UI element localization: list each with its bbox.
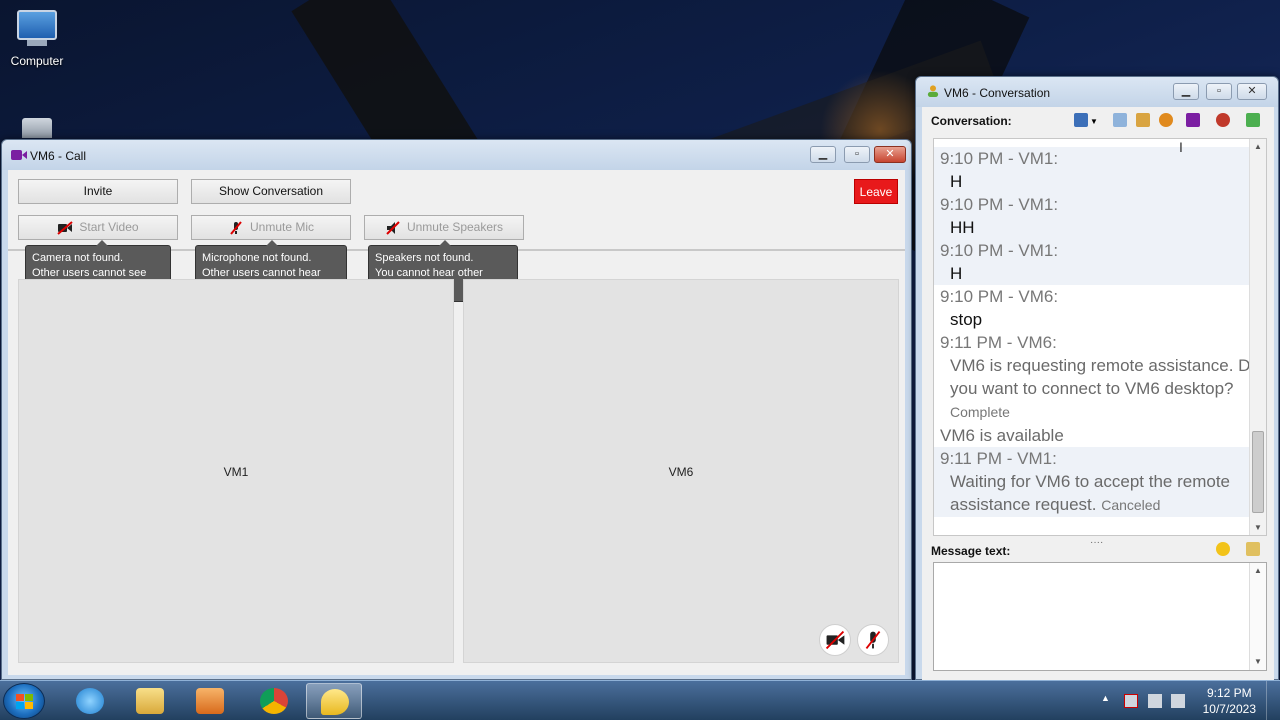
minimize-button[interactable]: ▁ xyxy=(810,146,836,163)
start-video-button[interactable]: Start Video xyxy=(18,215,178,240)
message: 9:10 PM - VM6: stop 9:11 PM - VM6: VM6 i… xyxy=(940,287,1260,420)
folder-icon xyxy=(136,688,164,714)
show-desktop-button[interactable] xyxy=(1266,681,1280,720)
scroll-down-arrow[interactable]: ▼ xyxy=(1254,657,1262,666)
video-off-icon xyxy=(57,221,74,235)
chat-icon xyxy=(321,689,349,715)
conversation-scrollbar[interactable]: ▲ ▼ xyxy=(1249,139,1266,535)
message-text: Waiting for VM6 to accept the remote ass… xyxy=(950,472,1230,514)
maximize-button[interactable]: ▫ xyxy=(844,146,870,163)
file-transfer-icon[interactable] xyxy=(1136,113,1150,127)
internet-explorer-icon xyxy=(76,688,104,714)
conversation-window-titlebar[interactable]: VM6 - Conversation ▁ ▫ ✕ xyxy=(916,77,1278,107)
font-icon[interactable] xyxy=(1246,542,1260,556)
message-status: Canceled xyxy=(1101,497,1161,513)
message-text: VM6 is requesting remote assistance. Do … xyxy=(950,356,1260,398)
taskbar-internet-explorer[interactable] xyxy=(62,683,118,719)
emoticon-icon[interactable] xyxy=(1216,542,1230,556)
system-tray: ▲ xyxy=(1098,681,1185,720)
input-scrollbar[interactable]: ▲ ▼ xyxy=(1249,563,1266,670)
unmute-speakers-label: Unmute Speakers xyxy=(406,220,504,234)
add-participants-icon[interactable] xyxy=(1216,113,1230,127)
unmute-mic-button[interactable]: Unmute Mic xyxy=(191,215,351,240)
chevron-down-icon[interactable]: ▼ xyxy=(1090,117,1098,126)
video-camera-icon xyxy=(11,150,27,160)
message: 9:10 PM - VM1: H 9:10 PM - VM1: HH 9:10 … xyxy=(934,147,1266,285)
text-cursor-icon: I xyxy=(1179,139,1183,155)
unmute-mic-label: Unmute Mic xyxy=(249,220,314,234)
conversation-label: Conversation: xyxy=(931,114,1012,128)
desktop-icon-label: Computer xyxy=(10,54,64,68)
close-button[interactable]: ✕ xyxy=(874,146,906,163)
mic-off-icon xyxy=(230,221,242,235)
participant-label: VM6 xyxy=(668,465,694,479)
conversation-client-area: Conversation: ▼ 9:10 PM - VM1: H 9:10 PM… xyxy=(922,107,1274,681)
message-status: Complete xyxy=(950,404,1010,420)
video-toggle-button[interactable] xyxy=(819,624,851,656)
user-icon xyxy=(927,85,939,97)
message-input[interactable]: ▲ ▼ xyxy=(933,562,1267,671)
computer-icon xyxy=(15,10,59,50)
start-button[interactable] xyxy=(3,683,45,719)
scroll-down-arrow[interactable]: ▼ xyxy=(1254,523,1262,532)
call-client-area: Invite Show Conversation Leave Start Vid… xyxy=(8,170,905,675)
scroll-up-arrow[interactable]: ▲ xyxy=(1254,142,1262,151)
video-pane-vm1: VM1 xyxy=(18,279,454,663)
unmute-speakers-button[interactable]: Unmute Speakers xyxy=(364,215,524,240)
mic-off-icon xyxy=(865,630,881,650)
history-icon[interactable] xyxy=(1113,113,1127,127)
invite-button[interactable]: Invite xyxy=(18,179,178,204)
settings-icon[interactable] xyxy=(1159,113,1173,127)
leave-button[interactable]: Leave xyxy=(854,179,898,204)
conversation-window: VM6 - Conversation ▁ ▫ ✕ Conversation: ▼… xyxy=(915,76,1279,681)
desktop-icon-computer[interactable]: Computer xyxy=(1,10,73,68)
network-icon[interactable] xyxy=(1148,694,1162,708)
video-off-icon xyxy=(825,630,845,650)
scrollbar-thumb[interactable] xyxy=(1252,431,1264,513)
minimize-button[interactable]: ▁ xyxy=(1173,83,1199,100)
scroll-up-arrow[interactable]: ▲ xyxy=(1254,566,1262,575)
mic-toggle-button[interactable] xyxy=(857,624,889,656)
taskbar-file-explorer[interactable] xyxy=(122,683,178,719)
conversation-log[interactable]: 9:10 PM - VM1: H 9:10 PM - VM1: HH 9:10 … xyxy=(933,138,1267,536)
participant-label: VM1 xyxy=(223,465,249,479)
message: 9:11 PM - VM1: Waiting for VM6 to accept… xyxy=(934,447,1266,517)
export-icon[interactable] xyxy=(1246,113,1260,127)
clock[interactable]: 9:12 PM 10/7/2023 xyxy=(1203,685,1256,717)
show-hidden-icons-icon[interactable]: ▲ xyxy=(1101,693,1110,703)
maximize-button[interactable]: ▫ xyxy=(1206,83,1232,100)
windows-logo-icon xyxy=(16,694,33,709)
taskbar-messenger[interactable] xyxy=(306,683,362,719)
taskbar: ▲ 9:12 PM 10/7/2023 xyxy=(0,680,1280,720)
close-button[interactable]: ✕ xyxy=(1237,83,1267,100)
call-window-titlebar[interactable]: VM6 - Call ▁ ▫ ✕ xyxy=(2,140,911,170)
window-title: VM6 - Call xyxy=(30,149,87,163)
start-video-label: Start Video xyxy=(79,220,139,234)
taskbar-media-player[interactable] xyxy=(182,683,238,719)
status-line: VM6 is available xyxy=(940,426,1064,445)
message-text-label: Message text: xyxy=(931,544,1011,558)
chrome-icon xyxy=(260,688,288,714)
status-menu-icon[interactable] xyxy=(1074,113,1088,127)
clock-time: 9:12 PM xyxy=(1206,686,1252,700)
taskbar-chrome[interactable] xyxy=(246,683,302,719)
volume-muted-icon[interactable] xyxy=(1171,694,1185,708)
clock-date: 10/7/2023 xyxy=(1202,702,1256,716)
video-call-icon[interactable] xyxy=(1186,113,1200,127)
action-center-icon[interactable] xyxy=(1124,694,1138,708)
window-title: VM6 - Conversation xyxy=(944,86,1051,100)
speaker-off-icon xyxy=(386,221,400,235)
media-player-icon xyxy=(196,688,224,714)
video-pane-vm6: VM6 xyxy=(463,279,899,663)
splitter-grip[interactable]: ···· xyxy=(1090,537,1103,548)
show-conversation-button[interactable]: Show Conversation xyxy=(191,179,351,204)
call-window: VM6 - Call ▁ ▫ ✕ Invite Show Conversatio… xyxy=(1,139,912,680)
